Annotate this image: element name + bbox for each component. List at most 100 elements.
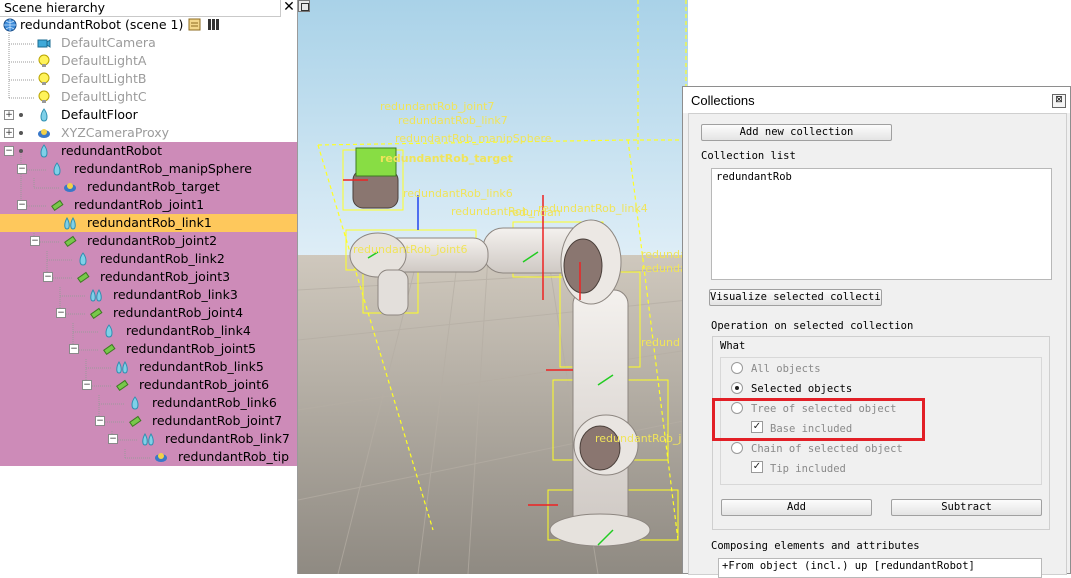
tree-item-joint3[interactable]: − redundantRob_joint3 (0, 268, 297, 286)
collapse-toggle[interactable]: − (56, 308, 66, 318)
tree-item-label: XYZCameraProxy (61, 125, 170, 140)
link-shape-icon (64, 217, 76, 230)
tree-item-joint7[interactable]: − redundantRob_joint7 (0, 412, 297, 430)
light-icon (38, 90, 50, 103)
selected-objects-radio[interactable] (731, 382, 743, 394)
label-joint7: redundantRob_joint7 (380, 100, 494, 113)
collapse-toggle[interactable]: − (108, 434, 118, 444)
subtract-button[interactable]: Subtract (891, 499, 1042, 516)
scene-root[interactable]: redundantRobot (scene 1) (0, 16, 297, 34)
add-new-collection-button[interactable]: Add new collection (701, 124, 892, 141)
tree-item-joint5[interactable]: − redundantRob_joint5 (0, 340, 297, 358)
tree-dot-icon (19, 131, 23, 135)
label-manipsphere: redundantRob_manipSphere (395, 132, 552, 145)
expand-toggle[interactable]: + (4, 110, 14, 120)
label-joint2: redundantRob_joint2 (595, 432, 688, 445)
tree-item-label: redundantRob_joint3 (100, 269, 231, 284)
link-shape-icon (90, 289, 102, 302)
tree-item-xyzcameraproxy[interactable]: + XYZCameraProxy (0, 124, 297, 142)
scene-viewport[interactable]: redundantRob_joint7 redundantRob_link7 r… (298, 0, 688, 574)
tree-item-tip[interactable]: redundantRob_tip (0, 448, 297, 466)
scene-render: redundantRob_joint7 redundantRob_link7 r… (298, 0, 688, 574)
tree-item-label: redundantRob_tip (178, 449, 290, 464)
joint-icon (64, 235, 77, 248)
tip-included-checkbox[interactable]: ✓ (751, 461, 763, 473)
tree-item-link4[interactable]: redundantRob_link4 (0, 322, 297, 340)
tree-item-link7[interactable]: − redundantRob_link7 (0, 430, 297, 448)
tree-item-target[interactable]: redundantRob_target (0, 178, 297, 196)
sky-backdrop (298, 0, 688, 260)
composing-list[interactable]: +From object (incl.) up [redundantRobot] (718, 558, 1042, 578)
tree-item-joint4[interactable]: − redundantRob_joint4 (0, 304, 297, 322)
tree-item-link3[interactable]: redundantRob_link3 (0, 286, 297, 304)
composing-label: Composing elements and attributes (711, 540, 920, 552)
visualize-selected-collection-button[interactable]: Visualize selected collection (709, 289, 882, 306)
shape-icon (40, 108, 48, 122)
chain-of-selected-radio[interactable] (731, 442, 743, 454)
tree-item-link2[interactable]: redundantRob_link2 (0, 250, 297, 268)
what-label: What (720, 340, 746, 352)
shape-icon (53, 162, 61, 176)
label-target: redundantRob_target (380, 152, 513, 165)
tree-item-defaultfloor[interactable]: + DefaultFloor (0, 106, 297, 124)
tree-item-label: redundantRob_joint2 (87, 233, 218, 248)
tree-item-defaultlightb[interactable]: DefaultLightB (0, 70, 297, 88)
scene-script-icon[interactable] (188, 18, 201, 31)
collapse-toggle[interactable]: − (17, 200, 27, 210)
collapse-toggle[interactable]: − (95, 416, 105, 426)
collection-list-item[interactable]: redundantRob (716, 171, 792, 183)
tree-item-label: redundantRob_joint6 (139, 377, 270, 392)
tree-item-label: redundantRob_link6 (152, 395, 277, 410)
chain-of-selected-label: Chain of selected object (751, 443, 903, 455)
all-objects-label: All objects (751, 363, 821, 375)
tree-item-joint1[interactable]: − redundantRob_joint1 (0, 196, 297, 214)
tree-item-label: redundantRob_link1 (87, 215, 212, 230)
tree-item-link1[interactable]: redundantRob_link1 (0, 214, 297, 232)
label-overlap3: redundantRob_link4 (538, 202, 648, 215)
tree-item-defaultcamera[interactable]: DefaultCamera (0, 34, 297, 52)
collection-list[interactable]: redundantRob (711, 168, 1052, 280)
tree-item-label: DefaultLightC (61, 89, 147, 104)
collapse-toggle[interactable]: − (69, 344, 79, 354)
viewport-maximize-icon[interactable] (298, 0, 310, 12)
tree-item-label: redundantRob_joint5 (126, 341, 257, 356)
tree-item-label: redundantRob_joint1 (74, 197, 205, 212)
close-icon[interactable]: ⊠ (1052, 94, 1066, 108)
shape-icon (131, 396, 139, 410)
dialog-title: Collections (691, 93, 755, 108)
selected-objects-label: Selected objects (751, 383, 853, 395)
link-shape-icon (142, 433, 154, 446)
tree-item-manipsphere[interactable]: − redundantRob_manipSphere (0, 160, 297, 178)
collapse-toggle[interactable]: − (82, 380, 92, 390)
operation-label: Operation on selected collection (711, 320, 914, 332)
tree-item-label: redundantRob_link4 (126, 323, 251, 338)
collection-list-label: Collection list (701, 150, 796, 162)
tree-item-label: redundantRob_link7 (165, 431, 290, 446)
tree-item-defaultlightc[interactable]: DefaultLightC (0, 88, 297, 106)
tree-item-joint6[interactable]: − redundantRob_joint6 (0, 376, 297, 394)
tree-item-label: redundantRobot (61, 143, 163, 158)
tree-item-label: redundantRob_manipSphere (74, 161, 252, 176)
camera-icon (37, 39, 51, 48)
dialog-titlebar[interactable]: Collections ⊠ (683, 87, 1070, 113)
tree-item-redundantrobot[interactable]: − redundantRobot (0, 142, 297, 160)
globe-icon (3, 18, 17, 32)
label-joint6: redundantRob_joint6 (353, 243, 467, 256)
composing-list-item[interactable]: +From object (incl.) up [redundantRobot] (722, 560, 975, 572)
add-button[interactable]: Add (721, 499, 872, 516)
scene-properties-icon[interactable] (207, 18, 220, 31)
tree-item-link6[interactable]: redundantRob_link6 (0, 394, 297, 412)
tree-item-link5[interactable]: redundantRob_link5 (0, 358, 297, 376)
collapse-toggle[interactable]: − (17, 164, 27, 174)
shape-icon (105, 324, 113, 338)
label-link7: redundantRob_link7 (398, 114, 508, 127)
collapse-toggle[interactable]: − (43, 272, 53, 282)
collapse-toggle[interactable]: − (4, 146, 14, 156)
all-objects-radio[interactable] (731, 362, 743, 374)
expand-toggle[interactable]: + (4, 128, 14, 138)
light-icon (38, 72, 50, 85)
tree-item-joint2[interactable]: − redundantRob_joint2 (0, 232, 297, 250)
tree-item-defaultlighta[interactable]: DefaultLightA (0, 52, 297, 70)
collapse-toggle[interactable]: − (30, 236, 40, 246)
label-redund: redund (641, 336, 680, 349)
